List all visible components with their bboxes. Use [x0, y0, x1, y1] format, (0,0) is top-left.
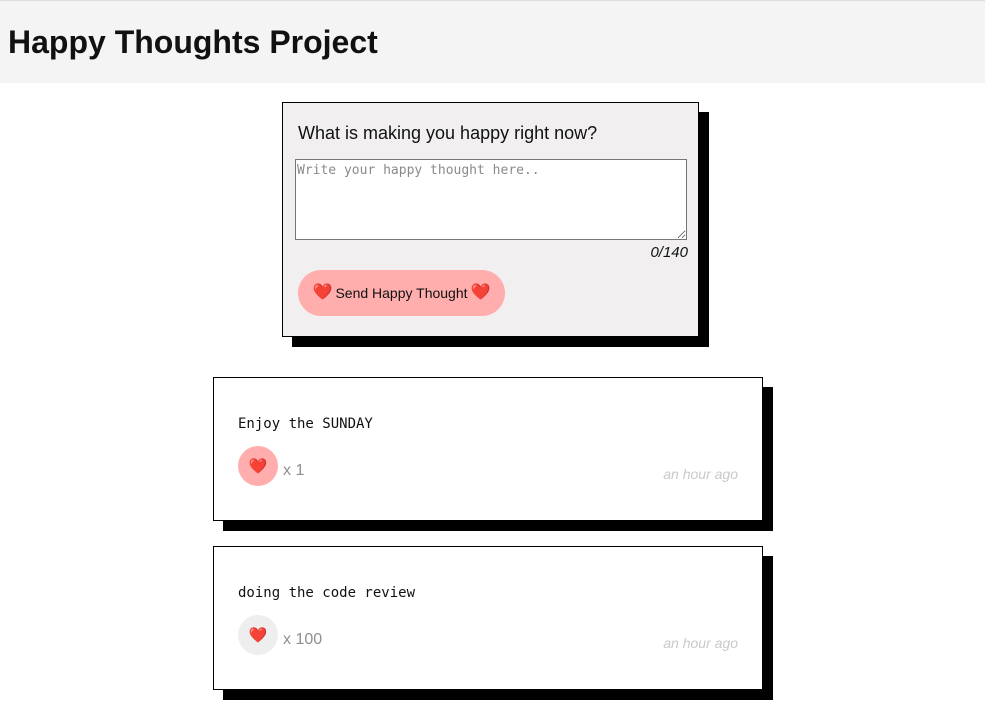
thought-timestamp: an hour ago [663, 635, 738, 651]
page-header: Happy Thoughts Project [0, 0, 985, 83]
thought-card: Enjoy the SUNDAY ❤️ x 1 an hour ago [213, 377, 763, 521]
like-count: x 100 [283, 631, 323, 648]
heart-icon: ❤️ [470, 284, 491, 301]
thought-timestamp: an hour ago [663, 466, 738, 482]
like-button[interactable]: ❤️ [238, 615, 278, 655]
like-count: x 1 [283, 462, 305, 479]
thought-form: What is making you happy right now? 0/14… [282, 102, 699, 337]
send-button-label: Send Happy Thought [335, 285, 468, 301]
thought-message: Enjoy the SUNDAY [238, 416, 373, 432]
thought-card: doing the code review ❤️ x 100 an hour a… [213, 546, 763, 690]
heart-icon: ❤️ [248, 626, 268, 644]
heart-icon: ❤️ [248, 457, 268, 475]
form-question: What is making you happy right now? [298, 123, 598, 143]
heart-icon: ❤️ [312, 284, 333, 301]
character-counter: 0/140 [650, 244, 688, 261]
like-button[interactable]: ❤️ [238, 446, 278, 486]
thought-input[interactable] [295, 159, 687, 240]
thought-message: doing the code review [238, 585, 416, 601]
page-title: Happy Thoughts Project [8, 24, 378, 60]
send-thought-button[interactable]: ❤️ Send Happy Thought ❤️ [298, 270, 505, 316]
